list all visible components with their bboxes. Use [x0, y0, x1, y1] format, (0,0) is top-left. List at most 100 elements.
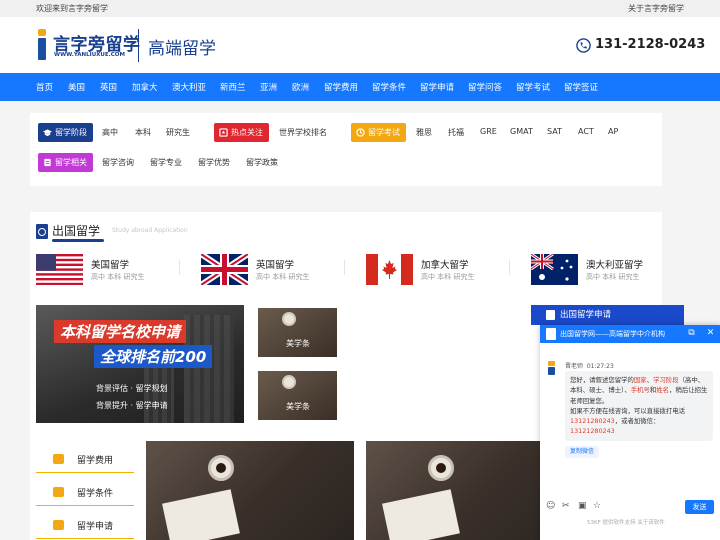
nav-item-newzealand[interactable]: 新西兰: [220, 81, 246, 93]
nav-item-fees[interactable]: 留学费用: [324, 81, 358, 93]
tag-hot-topics[interactable]: 热点关注: [214, 123, 269, 142]
side-item-label: 留学申请: [77, 522, 114, 532]
filter-item-toefl[interactable]: 托福: [448, 127, 464, 138]
filter-item-gre[interactable]: GRE: [480, 127, 497, 136]
filter-item-undergrad[interactable]: 本科: [135, 127, 151, 138]
nav-item-europe[interactable]: 欧洲: [292, 81, 309, 93]
tag-related[interactable]: 留学相关: [38, 153, 93, 172]
tag-label: 留学相关: [55, 158, 87, 167]
section-subtitle: Study abroad Application: [112, 227, 188, 234]
section-title: 出国留学: [52, 224, 101, 238]
australia-flag-icon: [531, 254, 578, 285]
message-text: 如果不方便在线咨询，可以直接拨打电话: [570, 406, 686, 415]
nav-item-application[interactable]: 留学申请: [420, 81, 454, 93]
article-thumbnail[interactable]: 美学条: [258, 308, 337, 357]
message-highlight: 13121280243: [570, 427, 615, 436]
message-highlight: 国家: [633, 376, 647, 384]
graduation-cap-icon: [43, 129, 52, 137]
country-uk[interactable]: 英国留学 高中 本科 研究生: [201, 252, 341, 286]
nav-item-canada[interactable]: 加拿大: [132, 81, 158, 93]
filter-item-school-ranking[interactable]: 世界学校排名: [279, 127, 327, 138]
filter-item-gmat[interactable]: GMAT: [510, 127, 533, 136]
paper-image: [382, 489, 460, 540]
country-levels: 高中 本科 研究生: [91, 273, 145, 281]
coffee-cup-image: [282, 312, 296, 326]
nav-item-asia[interactable]: 亚洲: [260, 81, 277, 93]
coffee-cup-image: [208, 455, 234, 481]
filter-item-policy[interactable]: 留学政策: [246, 157, 278, 168]
country-levels: 高中 本科 研究生: [256, 273, 310, 281]
message-text: 您好，请叙述您留学的: [570, 376, 634, 384]
nav-item-usa[interactable]: 美国: [68, 81, 85, 93]
country-name: 美国留学: [91, 260, 130, 271]
country-name: 加拿大留学: [421, 260, 469, 271]
banner-service-2: 背景提升 · 留学申请: [96, 401, 168, 410]
nav-item-exams[interactable]: 留学考试: [516, 81, 550, 93]
document-icon: [546, 310, 555, 320]
chat-widget: 出国留学网——高端留学中介机构 ⧉ ✕ 晋老师 01:27:23 您好，请叙述您…: [540, 325, 720, 540]
country-canada[interactable]: 加拿大留学 高中 本科 研究生: [366, 252, 506, 286]
filter-item-ap[interactable]: AP: [608, 127, 618, 136]
country-usa[interactable]: 美国留学 高中 本科 研究生: [36, 252, 176, 286]
uk-flag-icon: [201, 254, 248, 285]
country-australia[interactable]: 澳大利亚留学 高中 本科 研究生: [531, 252, 671, 286]
document-icon: [44, 158, 51, 167]
logo-icon[interactable]: [36, 29, 49, 61]
scissors-icon[interactable]: ✂: [562, 501, 572, 511]
money-bag-icon: [53, 454, 64, 464]
banner-service-1: 背景评估 · 留学规划: [96, 384, 168, 393]
tag-study-stage[interactable]: 留学阶段: [38, 123, 93, 142]
close-icon[interactable]: ✕: [705, 328, 716, 339]
article-photo[interactable]: [146, 441, 354, 540]
image-icon[interactable]: ▣: [578, 501, 588, 511]
site-header: 言字旁留学 WWW.YANLIUXUE.COM 高端留学 131-2128-02…: [0, 17, 720, 73]
nav-item-australia[interactable]: 澳大利亚: [172, 81, 206, 93]
copy-wechat-button[interactable]: 复制微信: [565, 446, 599, 458]
phone-number: 131-2128-0243: [595, 37, 706, 52]
nav-item-home[interactable]: 首页: [36, 81, 53, 93]
nav-item-visa[interactable]: 留学签证: [564, 81, 598, 93]
us-flag-icon: [36, 254, 83, 285]
country-levels: 高中 本科 研究生: [421, 273, 475, 281]
study-abroad-apply-button[interactable]: 出国留学申请: [531, 305, 684, 325]
filter-item-ielts[interactable]: 雅思: [416, 127, 432, 138]
article-thumbnail[interactable]: 美学条: [258, 371, 337, 420]
filter-item-highschool[interactable]: 高中: [102, 127, 118, 138]
filter-item-advantages[interactable]: 留学优势: [198, 157, 230, 168]
nav-item-qa[interactable]: 留学问答: [468, 81, 502, 93]
banner-headline: 本科留学名校申请: [54, 320, 187, 343]
filter-item-graduate[interactable]: 研究生: [166, 127, 190, 138]
money-bag-icon: [53, 520, 64, 530]
message-time: 01:27:23: [586, 363, 614, 370]
about-link[interactable]: 关于言字旁留学: [628, 3, 684, 14]
side-item-label: 留学费用: [77, 456, 114, 466]
side-item-conditions[interactable]: 留学条件: [36, 478, 134, 506]
nav-item-conditions[interactable]: 留学条件: [372, 81, 406, 93]
send-button[interactable]: 发送: [685, 500, 714, 514]
chat-header: 出国留学网——高端留学中介机构 ⧉ ✕: [540, 325, 720, 343]
phone-icon: [576, 38, 591, 53]
filter-item-majors[interactable]: 留学专业: [150, 157, 182, 168]
country-name: 英国留学: [256, 260, 295, 271]
tag-exams[interactable]: 留学考试: [351, 123, 406, 142]
divider: [179, 260, 180, 275]
country-name: 澳大利亚留学: [586, 260, 644, 271]
filter-panel: 留学阶段 高中 本科 研究生 热点关注 世界学校排名 留学考试 雅思 托福 GR…: [30, 113, 662, 186]
star-icon[interactable]: ☆: [593, 501, 603, 511]
logo-divider: [138, 29, 139, 62]
popout-icon[interactable]: ⧉: [686, 328, 697, 339]
message-highlight: 13121280243: [570, 417, 615, 426]
banner-subheadline: 全球排名前200: [94, 345, 213, 368]
section-underline: [52, 239, 104, 242]
promo-banner[interactable]: 本科留学名校申请 全球排名前200 背景评估 · 留学规划 背景提升 · 留学申…: [36, 305, 244, 423]
filter-item-consulting[interactable]: 留学咨询: [102, 157, 134, 168]
message-highlight: 姓名: [656, 386, 670, 395]
filter-item-sat[interactable]: SAT: [547, 127, 562, 136]
section-icon: [36, 224, 48, 239]
emoji-icon[interactable]: ☺: [546, 501, 556, 511]
side-item-application[interactable]: 留学申请: [36, 511, 134, 539]
filter-item-act[interactable]: ACT: [578, 127, 594, 136]
side-item-fees[interactable]: 留学费用: [36, 445, 134, 473]
slogan: 高端留学: [148, 39, 216, 59]
nav-item-uk[interactable]: 英国: [100, 81, 117, 93]
